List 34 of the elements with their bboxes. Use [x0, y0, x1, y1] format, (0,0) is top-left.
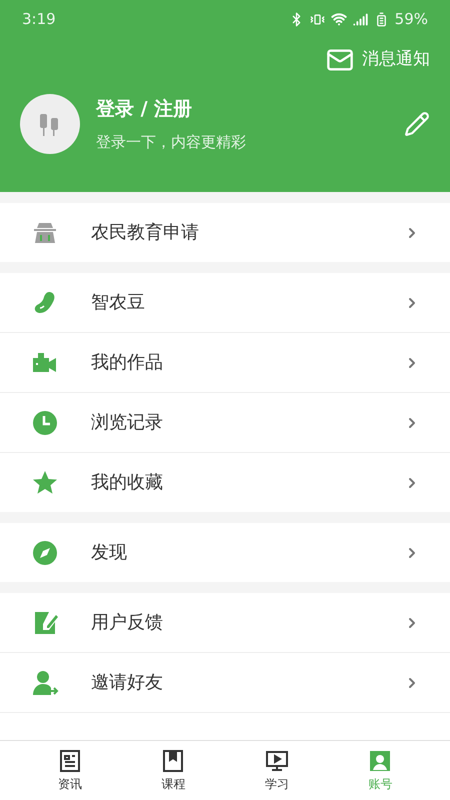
login-subtitle: 登录一下，内容更精彩 — [96, 132, 246, 153]
menu-label: 农民教育申请 — [91, 221, 199, 245]
video-monitor-icon — [264, 748, 289, 772]
battery-percent: 59% — [394, 8, 428, 30]
nav-tab[interactable]: 学习 — [225, 741, 328, 800]
nav-tab[interactable]: 资讯 — [18, 741, 122, 800]
account-icon — [368, 748, 392, 772]
menu-label: 我的收藏 — [91, 471, 163, 495]
star-icon — [31, 468, 59, 496]
wifi-icon — [330, 11, 347, 27]
vibrate-icon — [310, 12, 325, 26]
menu-label: 邀请好友 — [91, 671, 163, 695]
compass-icon — [31, 538, 59, 566]
nav-tab[interactable]: 课程 — [122, 741, 225, 800]
menu-item[interactable]: 我的作品 — [0, 333, 450, 392]
add-user-icon — [31, 668, 59, 696]
menu-item[interactable]: 智农豆 — [0, 273, 450, 332]
edit-icon[interactable] — [404, 111, 430, 137]
menu-label: 浏览记录 — [91, 411, 163, 435]
signal-icon — [352, 12, 368, 26]
menu-item[interactable]: 用户反馈 — [0, 593, 450, 652]
bookmark-book-icon — [161, 748, 186, 772]
newspaper-icon — [58, 748, 82, 772]
menu-item[interactable]: 发现 — [0, 523, 450, 582]
menu-item[interactable]: 我的收藏 — [0, 453, 450, 512]
status-time: 3:19 — [22, 8, 56, 30]
menu-item[interactable]: 邀请好友 — [0, 653, 450, 712]
menu-label: 智农豆 — [91, 291, 145, 315]
menu-item[interactable]: 浏览记录 — [0, 393, 450, 452]
menu-label: 我的作品 — [91, 351, 163, 375]
menu-label: 用户反馈 — [91, 611, 163, 635]
menu-item[interactable]: 农民教育申请 — [0, 203, 450, 262]
menu-label: 发现 — [91, 541, 127, 565]
clock-icon — [31, 408, 59, 436]
